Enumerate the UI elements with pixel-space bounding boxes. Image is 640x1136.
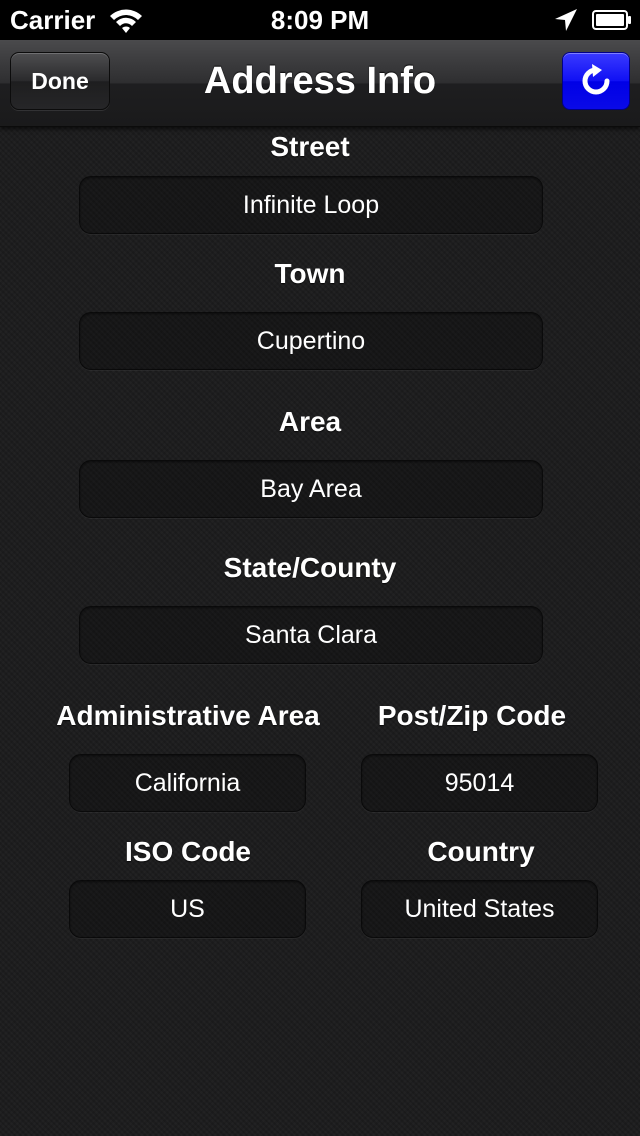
navigation-bar: Done Address Info bbox=[0, 40, 640, 127]
street-label: Street bbox=[270, 131, 350, 162]
state-county-field[interactable]: Santa Clara bbox=[79, 606, 543, 664]
country-field[interactable]: United States bbox=[361, 880, 598, 938]
refresh-button[interactable] bbox=[562, 52, 630, 110]
page-title: Address Info bbox=[203, 60, 437, 102]
location-arrow-icon bbox=[555, 9, 577, 31]
post-zip-code-label: Post/Zip Code bbox=[377, 700, 567, 731]
status-bar: Carrier 8:09 PM bbox=[0, 0, 640, 40]
administrative-area-field[interactable]: California bbox=[69, 754, 306, 812]
status-time: 8:09 PM bbox=[270, 5, 370, 35]
battery-icon bbox=[592, 10, 631, 30]
iso-code-label: ISO Code bbox=[124, 836, 251, 867]
administrative-area-label: Administrative Area bbox=[56, 700, 320, 731]
area-field[interactable]: Bay Area bbox=[79, 460, 543, 518]
town-field[interactable]: Cupertino bbox=[79, 312, 543, 370]
iso-code-field[interactable]: US bbox=[69, 880, 306, 938]
street-field[interactable]: Infinite Loop bbox=[79, 176, 543, 234]
town-label: Town bbox=[274, 258, 346, 289]
post-zip-code-field[interactable]: 95014 bbox=[361, 754, 598, 812]
area-label: Area bbox=[278, 406, 342, 437]
refresh-icon bbox=[582, 64, 610, 95]
state-county-label: State/County bbox=[223, 552, 397, 583]
country-label: Country bbox=[427, 836, 535, 867]
